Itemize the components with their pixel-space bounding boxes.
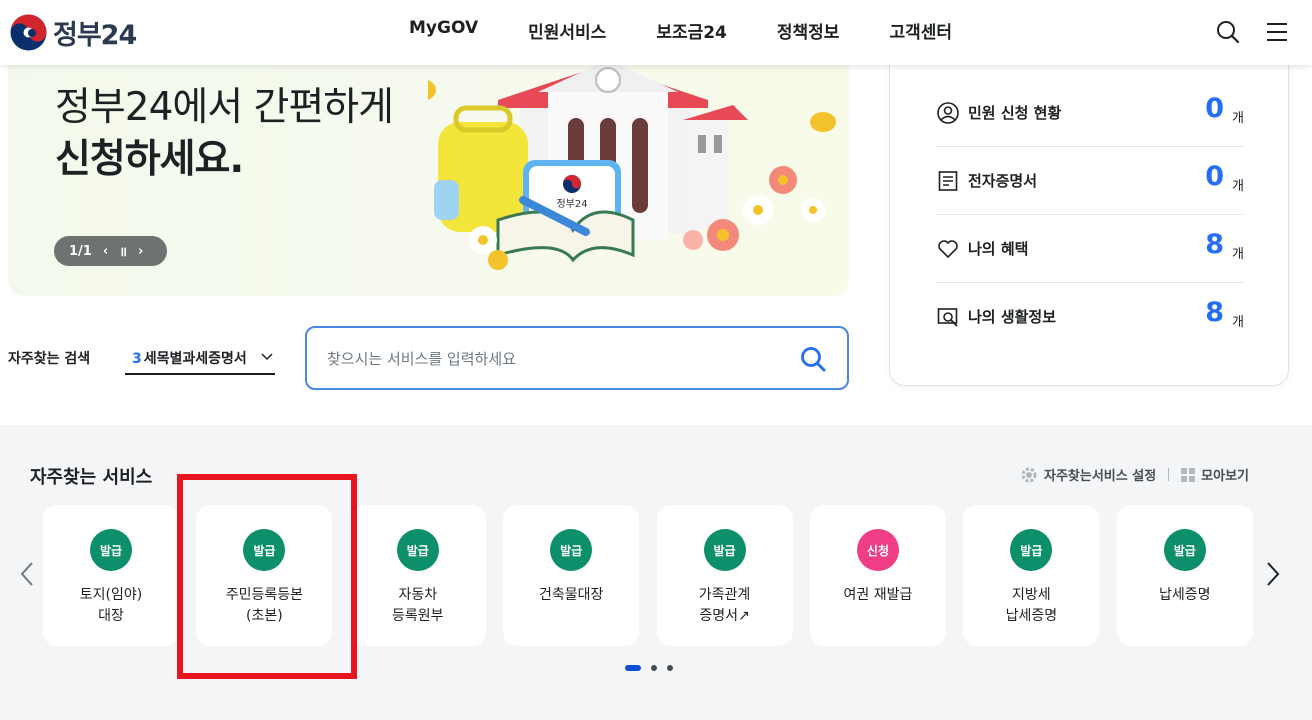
services-settings-label: 자주찾는서비스 설정 [1043, 469, 1157, 484]
nav-civil-service[interactable]: 민원서비스 [528, 18, 606, 43]
status-count: 0 [1205, 93, 1224, 124]
services-carousel: 발급 토지(임야) 대장 발급 주민등록등본 (초본) 발급 자동차 등록원부 … [43, 505, 1270, 646]
services-settings-button[interactable]: 자주찾는서비스 설정 [1020, 465, 1156, 484]
hamburger-menu-icon[interactable] [1265, 19, 1291, 45]
pagination-dot[interactable] [667, 665, 673, 671]
service-search-input[interactable] [327, 347, 777, 371]
service-card-tax-certificate[interactable]: 발급 납세증명 [1116, 505, 1253, 646]
issue-badge: 발급 [1010, 529, 1053, 571]
services-view-all-button[interactable]: 모아보기 [1181, 465, 1249, 484]
service-card-building-register[interactable]: 발급 건축물대장 [503, 505, 640, 646]
service-card-passport-reissue[interactable]: 신청 여권 재발급 [809, 505, 946, 646]
service-search-box [305, 326, 849, 390]
phone-logo-text: 정부24 [556, 198, 587, 210]
status-row-e-certificate[interactable]: 전자증명서 0 개 [936, 147, 1244, 215]
status-unit: 개 [1232, 179, 1244, 194]
nav-policy-info[interactable]: 정책정보 [777, 18, 840, 43]
carousel-pagination [625, 665, 683, 671]
banner-prev-button[interactable]: ‹ [103, 244, 108, 259]
main-nav: MyGOV 민원서비스 보조금24 정책정보 고객센터 [409, 18, 1002, 43]
services-view-all-label: 모아보기 [1201, 469, 1249, 484]
frequent-search-label: 자주찾는 검색 [8, 351, 91, 367]
status-label: 민원 신청 현황 [968, 104, 1062, 122]
frequent-services-section: 자주찾는 서비스 자주찾는서비스 설정 모아보기 발급 토지(임야) 대장 발급… [0, 425, 1312, 720]
toolbar-divider [1168, 468, 1170, 481]
site-logo[interactable]: 정부24 [10, 12, 137, 52]
status-unit: 개 [1232, 315, 1244, 330]
apply-badge: 신청 [856, 529, 899, 571]
my-status-card: 민원 신청 현황 0 개 전자증명서 0 개 나의 혜택 8 개 나의 생활정보… [889, 40, 1289, 386]
chevron-left-icon [20, 562, 33, 586]
nav-subsidy24[interactable]: 보조금24 [656, 18, 727, 43]
service-card-land-register[interactable]: 발급 토지(임야) 대장 [43, 505, 179, 646]
chevron-down-icon [261, 353, 273, 361]
heart-icon [938, 240, 958, 258]
grid-icon [1181, 467, 1196, 482]
search-submit-button[interactable] [799, 345, 827, 373]
service-card-local-tax-certificate[interactable]: 발급 지방세 납세증명 [963, 505, 1100, 646]
person-circle-icon [937, 102, 959, 124]
logo-text: 정부24 [53, 19, 137, 51]
banner-illustration: 정부24 [408, 60, 848, 296]
frequent-search-dropdown[interactable]: 3 세목별과세증명서 [125, 341, 275, 375]
service-name: 가족관계 증명서↗ [698, 587, 751, 624]
search-icon [801, 347, 826, 372]
banner-headline: 정부24에서 간편하게 [55, 85, 394, 130]
pagination-dot[interactable] [651, 665, 657, 671]
status-count: 8 [1205, 297, 1224, 328]
gear-icon [1021, 467, 1037, 482]
banner-pager: 1/1 ‹ ॥ › [54, 236, 167, 266]
banner-next-button[interactable]: › [138, 244, 143, 259]
service-name: 주민등록등본 (초본) [225, 587, 304, 624]
service-card-family-certificate[interactable]: 발급 가족관계 증명서↗ [656, 505, 793, 646]
chevron-right-icon [1267, 562, 1280, 586]
main-banner[interactable]: 정부24에서 간편하게 신청하세요. 1/1 ‹ ॥ › 정부24 [8, 60, 849, 296]
nav-mygov[interactable]: MyGOV [409, 18, 478, 43]
top-header: 정부24 MyGOV 민원서비스 보조금24 정책정보 고객센터 [0, 0, 1312, 65]
status-row-application[interactable]: 민원 신청 현황 0 개 [936, 79, 1244, 147]
document-icon [938, 171, 958, 191]
service-name: 지방세 납세증명 [1005, 587, 1058, 624]
banner-page-indicator: 1/1 [69, 243, 92, 259]
frequent-search-value: 세목별과세증명서 [143, 351, 247, 367]
status-count: 0 [1205, 161, 1224, 192]
status-unit: 개 [1232, 247, 1244, 262]
banner-headline-strong: 신청하세요. [55, 137, 244, 182]
services-toolbar: 자주찾는서비스 설정 모아보기 [1020, 465, 1249, 484]
status-count: 8 [1205, 229, 1224, 260]
issue-badge: 발급 [1163, 529, 1206, 571]
taegeuk-logo-icon [10, 14, 47, 51]
issue-badge: 발급 [703, 529, 746, 571]
service-name: 납세증명 [1158, 587, 1211, 603]
section-title: 자주찾는 서비스 [30, 467, 153, 488]
status-unit: 개 [1232, 111, 1244, 126]
pagination-dot-active[interactable] [625, 665, 641, 671]
issue-badge: 발급 [550, 529, 593, 571]
service-name: 토지(임야) 대장 [79, 587, 143, 624]
service-card-resident-registration[interactable]: 발급 주민등록등본 (초본) [196, 505, 333, 646]
search-icon[interactable] [1215, 19, 1241, 45]
issue-badge: 발급 [243, 529, 286, 571]
status-label: 나의 생활정보 [968, 308, 1057, 326]
service-name: 건축물대장 [538, 587, 604, 603]
banner-pause-button[interactable]: ॥ [119, 242, 127, 260]
service-name: 자동차 등록원부 [392, 587, 444, 624]
nav-customer-center[interactable]: 고객센터 [889, 18, 952, 43]
service-card-vehicle-register[interactable]: 발급 자동차 등록원부 [349, 505, 486, 646]
issue-badge: 발급 [396, 529, 439, 571]
status-row-life-info[interactable]: 나의 생활정보 8 개 [936, 283, 1244, 351]
service-name: 여권 재발급 [843, 587, 913, 603]
services-prev-button[interactable] [18, 560, 36, 588]
issue-badge: 발급 [90, 529, 132, 571]
status-row-benefits[interactable]: 나의 혜택 8 개 [936, 215, 1244, 283]
search-screen-icon [937, 308, 958, 327]
services-next-button[interactable] [1264, 560, 1282, 588]
status-label: 전자증명서 [968, 172, 1038, 190]
frequent-search-rank: 3 [132, 351, 142, 367]
status-label: 나의 혜택 [968, 240, 1029, 258]
